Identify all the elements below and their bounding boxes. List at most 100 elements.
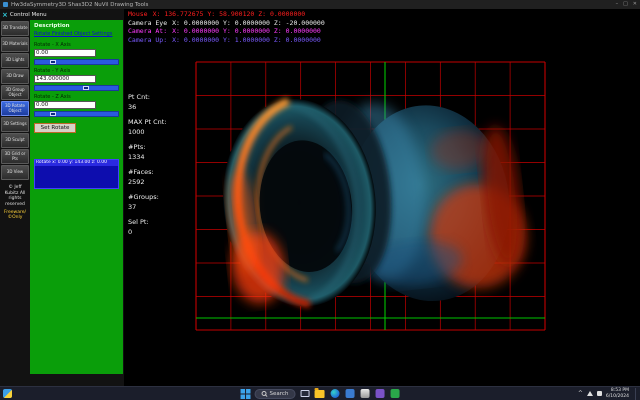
- app2-icon: [360, 389, 369, 398]
- stat-pt-cnt-label: Pt Cnt:: [128, 93, 167, 103]
- tool-button-view[interactable]: 3D View: [1, 165, 29, 180]
- camera-eye-label: Camera Eye: [128, 19, 167, 27]
- camera-up-coords: X: 0.0000000 Y: 1.0000000 Z: 0.0000000: [172, 36, 321, 44]
- hidden-icons-chevron[interactable]: ^: [578, 387, 583, 400]
- mouse-readout: Mouse X: 136.772675 Y: 58.900120 Z: 0.000…: [128, 10, 325, 19]
- app-logo-icon: ×: [2, 11, 8, 19]
- rotate-settings-link[interactable]: Rotate Finished Object Settings: [34, 31, 119, 37]
- stat-groups: #Groups:37: [128, 193, 167, 212]
- tool-button-grid-pts[interactable]: 3D Grid or Pts: [1, 149, 29, 164]
- app-icon: [3, 2, 8, 7]
- network-icon[interactable]: [587, 391, 593, 396]
- stat-faces-value: 2592: [128, 178, 167, 188]
- rotate-z-slider[interactable]: [34, 111, 119, 117]
- stat-pt-cnt: Pt Cnt:36: [128, 93, 167, 112]
- volume-icon[interactable]: [597, 391, 602, 396]
- grid-overlay: [196, 62, 545, 330]
- close-button[interactable]: ✕: [633, 0, 637, 9]
- app4-button[interactable]: [389, 388, 400, 399]
- tool-button-settings[interactable]: 3D Settings: [1, 117, 29, 132]
- stat-sel-pt: Sel Pt:0: [128, 218, 167, 237]
- windows-logo-icon: [240, 389, 250, 399]
- taskbar: Search ^ 8:53 PM 6/10/2024: [0, 386, 640, 400]
- rotate-object-panel: Description Rotate Finished Object Setti…: [30, 20, 123, 374]
- edge-button[interactable]: [329, 388, 340, 399]
- tool-button-rotate-object[interactable]: 3D Rotate Object: [1, 101, 29, 116]
- window-titlebar[interactable]: Hw3daSymmetry3D Shas3D2 NuVil Drawing To…: [0, 0, 640, 9]
- stat-pts-value: 1334: [128, 153, 167, 163]
- tool-button-group-object[interactable]: 3D Group Object: [1, 85, 29, 100]
- app-body: × Control Menu 3D Translate 3D Materials…: [0, 9, 640, 386]
- file-explorer-icon: [315, 390, 325, 398]
- app2-button[interactable]: [359, 388, 370, 399]
- tool-button-lights[interactable]: 3D Lights: [1, 53, 29, 68]
- hud-readout: Mouse X: 136.772675 Y: 58.900120 Z: 0.000…: [128, 10, 325, 44]
- search-label: Search: [270, 391, 289, 397]
- rotate-z-input[interactable]: [34, 101, 96, 109]
- tool-button-sculpt[interactable]: 3D Sculpt: [1, 133, 29, 148]
- rotate-z-slider-thumb[interactable]: [50, 112, 56, 116]
- camera-up-readout: Camera Up: X: 0.0000000 Y: 1.0000000 Z: 0…: [128, 36, 325, 45]
- app4-icon: [390, 389, 399, 398]
- vase-3d-object: [213, 76, 532, 322]
- camera-up-label: Camera Up:: [128, 36, 167, 44]
- freeware-text: Freeware/ ©Only: [1, 210, 29, 220]
- tool-button-draw[interactable]: 3D Draw: [1, 69, 29, 84]
- stat-pt-cnt-value: 36: [128, 103, 167, 113]
- rotate-x-slider-thumb[interactable]: [50, 60, 56, 64]
- camera-eye-coords: X: 0.0000000 Y: 0.0000000 Z: -20.000000: [172, 19, 325, 27]
- show-desktop-button[interactable]: [635, 388, 637, 400]
- tool-button-translate[interactable]: 3D Translate: [1, 21, 29, 36]
- viewport-3d[interactable]: Mouse X: 136.772675 Y: 58.900120 Z: 0.000…: [124, 9, 640, 386]
- widgets-icon[interactable]: [3, 389, 12, 398]
- rotate-y-slider-thumb[interactable]: [83, 86, 89, 90]
- rotate-y-input[interactable]: [34, 75, 96, 83]
- mouse-label: Mouse: [128, 10, 148, 18]
- rotate-x-input[interactable]: [34, 49, 96, 57]
- set-rotate-button[interactable]: Set Rotate: [34, 123, 76, 133]
- taskbar-clock[interactable]: 8:53 PM 6/10/2024: [606, 388, 629, 399]
- start-button[interactable]: [240, 388, 251, 399]
- stat-max-pt-cnt: MAX Pt Cnt:1000: [128, 118, 167, 137]
- stat-groups-label: #Groups:: [128, 193, 167, 203]
- taskbar-center: Search: [240, 388, 401, 399]
- camera-at-coords: X: 0.0000000 Y: 0.0000000 Z: 0.0000000: [172, 27, 321, 35]
- task-view-button[interactable]: [299, 388, 310, 399]
- stat-faces-label: #Faces:: [128, 168, 167, 178]
- camera-eye-readout: Camera Eye X: 0.0000000 Y: 0.0000000 Z: -…: [128, 19, 325, 28]
- system-tray: ^ 8:53 PM 6/10/2024: [578, 387, 637, 400]
- stat-max-pt-cnt-value: 1000: [128, 128, 167, 138]
- stat-faces: #Faces:2592: [128, 168, 167, 187]
- app1-button[interactable]: [344, 388, 355, 399]
- rotate-y-label: Rotate - Y Axis: [34, 68, 119, 74]
- app3-button[interactable]: [374, 388, 385, 399]
- tray-date: 6/10/2024: [606, 394, 629, 400]
- task-view-icon: [300, 390, 309, 397]
- search-icon: [262, 391, 267, 396]
- rotate-y-slider[interactable]: [34, 85, 119, 91]
- sidebar-header: × Control Menu: [0, 9, 124, 20]
- stat-sel-pt-label: Sel Pt:: [128, 218, 167, 228]
- file-explorer-button[interactable]: [314, 388, 325, 399]
- stat-sel-pt-value: 0: [128, 228, 167, 238]
- stat-pts: #Pts:1334: [128, 143, 167, 162]
- window-controls: – □ ✕: [616, 0, 637, 9]
- minimize-button[interactable]: –: [616, 0, 619, 9]
- control-sidebar: × Control Menu 3D Translate 3D Materials…: [0, 9, 124, 386]
- stat-max-pt-cnt-label: MAX Pt Cnt:: [128, 118, 167, 128]
- copyright-text: © Jeff Kubitz All rights reserved: [1, 185, 29, 207]
- camera-at-readout: Camera At:X: 0.0000000 Y: 0.0000000 Z: 0…: [128, 27, 325, 36]
- maximize-button[interactable]: □: [623, 0, 628, 9]
- screen: Hw3daSymmetry3D Shas3D2 NuVil Drawing To…: [0, 0, 640, 400]
- rotate-status-text: Rotate x: 0.00 y: 143.00 z: 0.00: [35, 160, 118, 166]
- tool-strip: 3D Translate 3D Materials 3D Lights 3D D…: [0, 20, 30, 386]
- rotate-x-label: Rotate - X Axis: [34, 42, 119, 48]
- taskbar-search[interactable]: Search: [255, 389, 296, 399]
- rotate-z-label: Rotate - Z Axis: [34, 94, 119, 100]
- app3-icon: [375, 389, 384, 398]
- app1-icon: [345, 389, 354, 398]
- edge-icon: [330, 389, 339, 398]
- mouse-coords: X: 136.772675 Y: 58.900120 Z: 0.0000000: [153, 10, 306, 18]
- tool-button-materials[interactable]: 3D Materials: [1, 37, 29, 52]
- rotate-x-slider[interactable]: [34, 59, 119, 65]
